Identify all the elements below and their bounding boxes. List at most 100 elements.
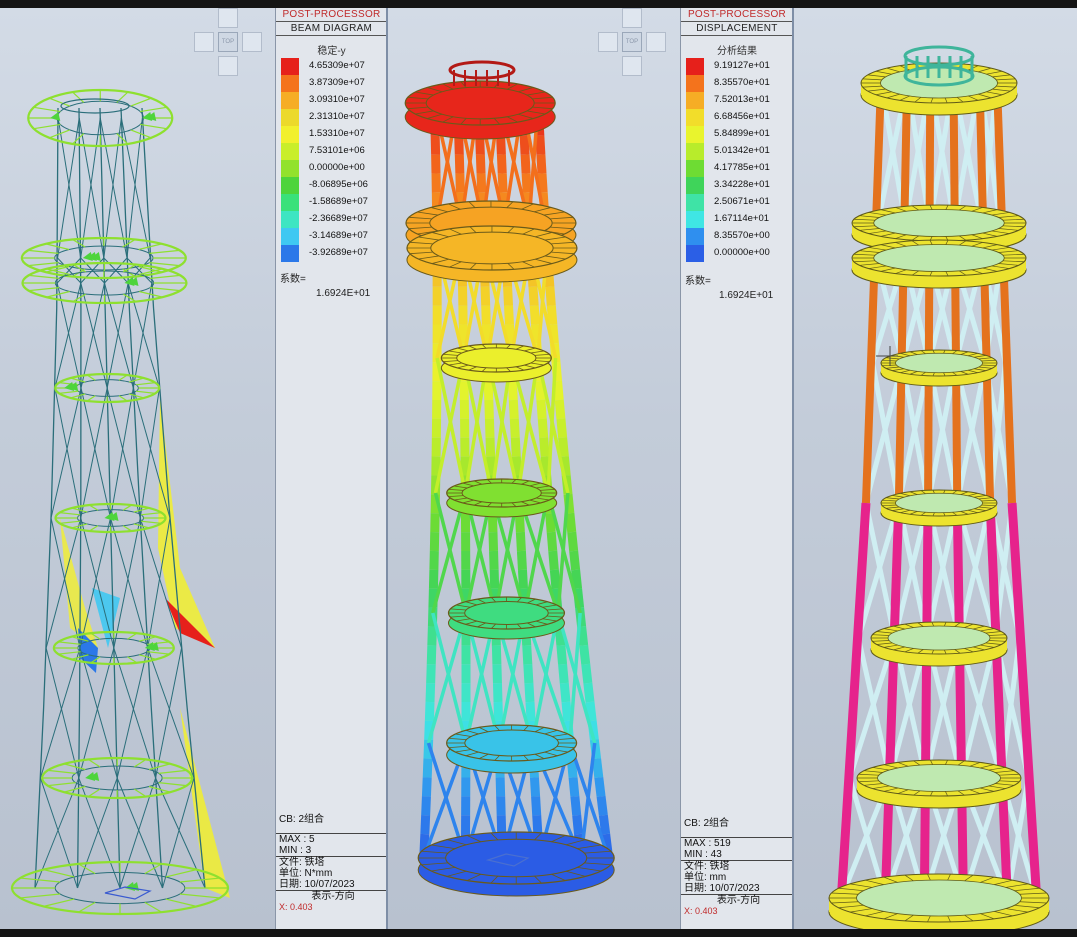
min-value: MIN : 3 (279, 845, 312, 856)
viewport-beam-diagram[interactable]: TOP (0, 8, 275, 929)
tower-column (594, 776, 606, 797)
color-legend: 4.65309e+07 3.87309e+07 3.09310e+07 2.31310… (276, 58, 387, 262)
tower-column (546, 531, 558, 552)
wire-ring-spoke (43, 898, 75, 907)
legend-value: 3.87309e+07 (309, 77, 365, 88)
tower-column (531, 796, 542, 816)
tower-column (561, 701, 573, 722)
tower-column (537, 418, 549, 439)
tower-column (546, 305, 558, 325)
direction-label: 表示-方向 (276, 890, 387, 902)
legend-swatch (686, 245, 704, 262)
render-ring-deck (856, 879, 1022, 917)
support-symbol (104, 886, 152, 900)
legend-swatch (281, 177, 299, 194)
legend-value: -3.14689e+07 (309, 230, 368, 241)
render-column-lower (919, 502, 933, 899)
nav-cube-top[interactable] (622, 8, 642, 28)
wire-brace (80, 387, 112, 519)
viewport-model-render[interactable] (794, 8, 1077, 929)
render-ring-deck (887, 625, 991, 651)
tower-column (525, 701, 536, 722)
wire-ring-spoke (134, 788, 147, 797)
legend-swatch (281, 143, 299, 160)
panel-subtitle: 稳定-y (317, 46, 346, 57)
wire-brace (106, 387, 141, 519)
nav-cube-bottom[interactable] (218, 56, 238, 76)
wire-ring-spoke (118, 374, 128, 381)
tower-column (483, 380, 494, 401)
wire-ring-spoke (72, 133, 85, 145)
tower-column (508, 399, 519, 420)
wire-ring-spoke (88, 788, 101, 797)
tower-column (489, 550, 499, 571)
tower-column (484, 418, 495, 438)
nav-cube-top[interactable] (218, 8, 238, 28)
legend-swatch (281, 92, 299, 109)
scale-factor-value: 1.6924E+01 (316, 288, 371, 299)
tower-column (545, 512, 556, 533)
min-value: MIN : 43 (684, 849, 722, 860)
wire-column (120, 107, 164, 889)
tower-column (568, 777, 580, 797)
tower-column (516, 550, 527, 571)
viewport-displacement[interactable]: TOP (388, 8, 680, 929)
wire-ring-spoke (123, 264, 137, 273)
tower-column (425, 682, 436, 703)
info-block: CB: 2组合 MAX : 5 MIN : 3 文件: 铁塔 单位: N*mm … (276, 814, 387, 913)
tower-column (510, 437, 521, 457)
wire-ring-spoke (89, 504, 99, 511)
legend-swatch (281, 160, 299, 177)
max-value: MAX : 519 (681, 837, 793, 849)
file-name: 文件: 铁塔 (276, 856, 387, 868)
panel-header-mode: DISPLACEMENT (681, 22, 793, 36)
legend-swatch (281, 126, 299, 143)
panel-header-mode: BEAM DIAGRAM (276, 22, 387, 36)
tower-column (509, 418, 520, 438)
nav-cube-right[interactable] (646, 32, 666, 52)
wire-brace (155, 647, 183, 779)
legend-swatch (281, 58, 299, 75)
tower-column (548, 550, 559, 571)
wire-ring-spoke (78, 863, 96, 875)
tower-model-render (828, 45, 1050, 929)
wire-ring-spoke (78, 901, 96, 913)
tower-column (549, 569, 561, 590)
wire-brace (110, 387, 134, 519)
legend-value: 8.35570e+01 (714, 77, 770, 88)
legend-swatch (686, 58, 704, 75)
wire-ring-spoke (20, 893, 61, 899)
max-value: MAX : 5 (276, 833, 387, 845)
panel-header-post-processor: POST-PROCESSOR (681, 8, 793, 22)
viewport-divider[interactable] (386, 8, 388, 929)
tower-column (572, 814, 584, 835)
nav-cube-left[interactable] (194, 32, 214, 52)
wire-ring-spoke (149, 286, 181, 292)
wire-ring-spoke (47, 769, 76, 775)
unit: 单位: mm (684, 872, 727, 883)
tower-column (481, 305, 491, 325)
tower-column (592, 758, 604, 779)
viewport-divider[interactable] (792, 8, 794, 929)
tower-column (484, 399, 494, 420)
nav-cube-right[interactable] (242, 32, 262, 52)
legend-value: 4.17785e+01 (714, 162, 770, 173)
unit: 单位: N*mm (279, 868, 333, 879)
view-navigation-cube[interactable]: TOP (598, 8, 666, 76)
tower-column (523, 663, 534, 684)
direction-label: 表示-方向 (681, 894, 793, 906)
nav-cube-left[interactable] (598, 32, 618, 52)
wire-brace (77, 777, 118, 889)
wire-ring-spoke (133, 523, 150, 529)
tower-column (540, 456, 552, 476)
nav-cube-face-top[interactable]: TOP (622, 32, 642, 52)
tower-column (507, 380, 518, 401)
legend-value: 3.34228e+01 (714, 179, 770, 190)
nav-cube-face-top[interactable]: TOP (218, 32, 238, 52)
tower-column (454, 154, 465, 174)
wire-brace (139, 387, 160, 519)
view-navigation-cube[interactable]: TOP (194, 8, 262, 76)
coordinate-readout: X: 0.403 (684, 906, 718, 916)
tower-column (577, 626, 589, 646)
nav-cube-bottom[interactable] (622, 56, 642, 76)
